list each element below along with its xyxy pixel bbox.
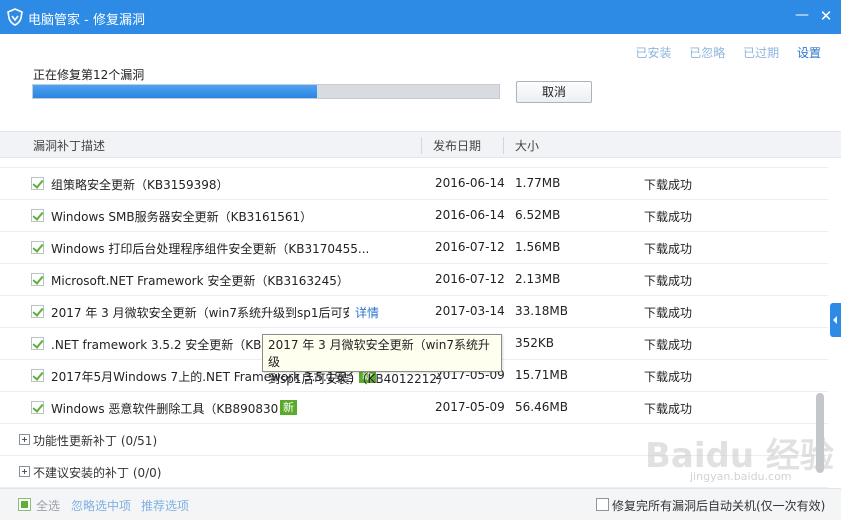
row-checkbox[interactable] bbox=[31, 401, 44, 414]
patch-name: .NET framework 3.5.2 安全更新（KB401457 bbox=[51, 338, 263, 352]
progress-label: 正在修复第12个漏洞 bbox=[33, 68, 145, 82]
baidu-watermark-url: jingyan.baidu.com bbox=[690, 470, 792, 483]
table-row[interactable]: 组策略安全更新（KB3159398） 2016-06-14 1.77MB 下载成… bbox=[0, 168, 828, 200]
side-collapse-handle[interactable] bbox=[830, 303, 841, 337]
link-ignored[interactable]: 已忽略 bbox=[689, 44, 725, 61]
expand-plus-icon[interactable] bbox=[19, 466, 30, 477]
row-checkbox[interactable] bbox=[31, 305, 44, 318]
auto-shutdown-label[interactable]: 修复完所有漏洞后自动关机(仅一次有效) bbox=[612, 497, 825, 514]
row-checkbox[interactable] bbox=[31, 369, 44, 382]
group-label: 不建议安装的补丁 (0/0) bbox=[33, 466, 162, 480]
column-header-date[interactable]: 发布日期 bbox=[433, 137, 481, 154]
close-icon[interactable]: ✕ bbox=[816, 6, 836, 26]
new-badge: 新 bbox=[280, 400, 297, 415]
patch-status: 下载成功 bbox=[644, 274, 693, 288]
patch-size: 1.77MB bbox=[515, 176, 561, 190]
table-header: 漏洞补丁描述 发布日期 大小 bbox=[0, 131, 841, 158]
link-installed[interactable]: 已安装 bbox=[635, 44, 671, 61]
patch-status: 下载成功 bbox=[644, 338, 693, 352]
top-links: 已安装 已忽略 已过期 设置 bbox=[621, 44, 821, 61]
patch-size: 2.13MB bbox=[515, 272, 561, 286]
patch-size: 6.52MB bbox=[515, 208, 561, 222]
patch-status: 下载成功 bbox=[644, 402, 693, 416]
auto-shutdown-checkbox[interactable] bbox=[596, 498, 609, 511]
row-checkbox[interactable] bbox=[31, 209, 44, 222]
row-checkbox[interactable] bbox=[31, 177, 44, 190]
window-title: 电脑管家 - 修复漏洞 bbox=[28, 13, 145, 28]
patch-status: 下载成功 bbox=[644, 178, 693, 192]
table-row[interactable]: Windows 恶意软件删除工具（KB89083088） 新 2017-05-0… bbox=[0, 392, 828, 424]
table-row[interactable]: Microsoft.NET Framework 安全更新（KB3163245） … bbox=[0, 264, 828, 296]
patch-date: 2016-07-12 bbox=[435, 240, 505, 254]
patch-date: 2017-03-14 bbox=[435, 304, 505, 318]
link-expired[interactable]: 已过期 bbox=[743, 44, 779, 61]
patch-size: 56.46MB bbox=[515, 400, 568, 414]
recommend-link[interactable]: 推荐选项 bbox=[141, 497, 189, 514]
patch-name: Windows SMB服务器安全更新（KB3161561） bbox=[51, 210, 313, 224]
table-row[interactable] bbox=[0, 158, 828, 168]
patch-name: 2017 年 3 月微软安全更新（win7系统升级到sp1后可安... bbox=[51, 306, 349, 320]
column-header-description[interactable]: 漏洞补丁描述 bbox=[33, 137, 105, 154]
select-all-checkbox[interactable] bbox=[18, 498, 31, 511]
patch-size: 33.18MB bbox=[515, 304, 568, 318]
tooltip: 2017 年 3 月微软安全更新（win7系统升级 到sp1后可安装）（KB40… bbox=[262, 334, 502, 386]
column-header-size[interactable]: 大小 bbox=[515, 137, 539, 154]
title-bar: 电脑管家 - 修复漏洞 — ✕ bbox=[0, 0, 841, 34]
row-checkbox[interactable] bbox=[31, 273, 44, 286]
patch-status: 下载成功 bbox=[644, 370, 693, 384]
patch-date: 2016-06-14 bbox=[435, 208, 505, 222]
select-all-label[interactable]: 全选 bbox=[36, 497, 60, 514]
patch-date: 2016-06-14 bbox=[435, 176, 505, 190]
table-row[interactable]: Windows SMB服务器安全更新（KB3161561） 2016-06-14… bbox=[0, 200, 828, 232]
patch-status: 下载成功 bbox=[644, 210, 693, 224]
patch-size: 352KB bbox=[515, 336, 555, 350]
link-settings[interactable]: 设置 bbox=[797, 44, 821, 61]
cancel-button[interactable]: 取消 bbox=[516, 81, 592, 103]
progress-fill bbox=[33, 85, 318, 98]
row-checkbox[interactable] bbox=[31, 337, 44, 350]
table-row[interactable]: 2017 年 3 月微软安全更新（win7系统升级到sp1后可安... 详情 2… bbox=[0, 296, 828, 328]
patch-size: 1.56MB bbox=[515, 240, 561, 254]
patch-name: Windows 恶意软件删除工具（KB89083088） bbox=[51, 402, 279, 416]
tooltip-line: 到sp1后可安装）（KB4012212） bbox=[268, 372, 450, 386]
ignore-selected-link[interactable]: 忽略选中项 bbox=[71, 497, 131, 514]
progress-bar bbox=[32, 84, 500, 99]
patch-name: Windows 打印后台处理程序组件安全更新（KB3170455... bbox=[51, 242, 370, 256]
group-label: 功能性更新补丁 (0/51) bbox=[33, 434, 158, 448]
tooltip-line: 2017 年 3 月微软安全更新（win7系统升级 bbox=[268, 338, 491, 369]
patch-status: 下载成功 bbox=[644, 306, 693, 320]
patch-size: 15.71MB bbox=[515, 368, 568, 382]
expand-plus-icon[interactable] bbox=[19, 434, 30, 445]
detail-link[interactable]: 详情 bbox=[355, 304, 379, 321]
patch-status: 下载成功 bbox=[644, 242, 693, 256]
row-checkbox[interactable] bbox=[31, 241, 44, 254]
footer-bar: 全选 忽略选中项 推荐选项 修复完所有漏洞后自动关机(仅一次有效) bbox=[0, 488, 841, 520]
patch-date: 2017-05-09 bbox=[435, 400, 505, 414]
minimize-icon[interactable]: — bbox=[792, 6, 812, 26]
patch-name: 组策略安全更新（KB3159398） bbox=[51, 178, 229, 192]
column-divider[interactable] bbox=[503, 137, 504, 154]
patch-name: Microsoft.NET Framework 安全更新（KB3163245） bbox=[51, 274, 349, 288]
column-divider[interactable] bbox=[421, 137, 422, 154]
guard-shield-icon bbox=[7, 8, 23, 26]
patch-date: 2016-07-12 bbox=[435, 272, 505, 286]
table-row[interactable]: Windows 打印后台处理程序组件安全更新（KB3170455... 2016… bbox=[0, 232, 828, 264]
